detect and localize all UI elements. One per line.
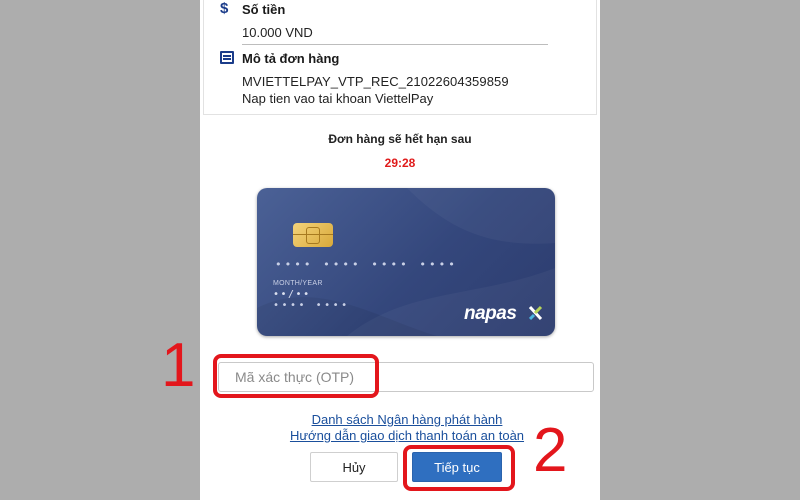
annotation-step-2: 2 <box>533 416 568 485</box>
card-number-mask: •••• •••• •••• •••• <box>275 258 458 271</box>
amount-value: 10.000 VND <box>242 25 313 40</box>
chip-icon <box>293 223 333 247</box>
order-code: MVIETTELPAY_VTP_REC_21022604359859 <box>242 74 509 89</box>
dollar-icon: $ <box>220 0 229 17</box>
annotation-step-1: 1 <box>161 331 196 400</box>
countdown-timer: 29:28 <box>384 156 416 170</box>
napas-logo: napas <box>464 303 517 324</box>
receipt-icon <box>220 51 234 64</box>
description-label: Mô tả đơn hàng <box>242 51 340 66</box>
amount-label: Số tiền <box>242 2 286 17</box>
order-info-panel: $ Số tiền 10.000 VND Mô tả đơn hàng MVIE… <box>203 0 597 115</box>
annotation-highlight-otp <box>213 354 379 398</box>
expiry-text: Đơn hàng sẽ hết hạn sau <box>328 132 472 146</box>
napas-card-illustration: •••• •••• •••• •••• MONTH/YEAR ••/•• •••… <box>257 188 555 336</box>
cancel-button[interactable]: Hủy <box>310 452 398 482</box>
order-note: Nap tien vao tai khoan ViettelPay <box>242 91 434 106</box>
month-year-label: MONTH/YEAR <box>273 280 323 287</box>
card-expiry-mask: ••/•• <box>273 289 311 300</box>
amount-divider <box>242 44 548 45</box>
card-holder-mask: •••• •••• <box>273 300 350 311</box>
annotation-highlight-continue <box>403 445 515 491</box>
napas-x-icon <box>529 305 543 321</box>
